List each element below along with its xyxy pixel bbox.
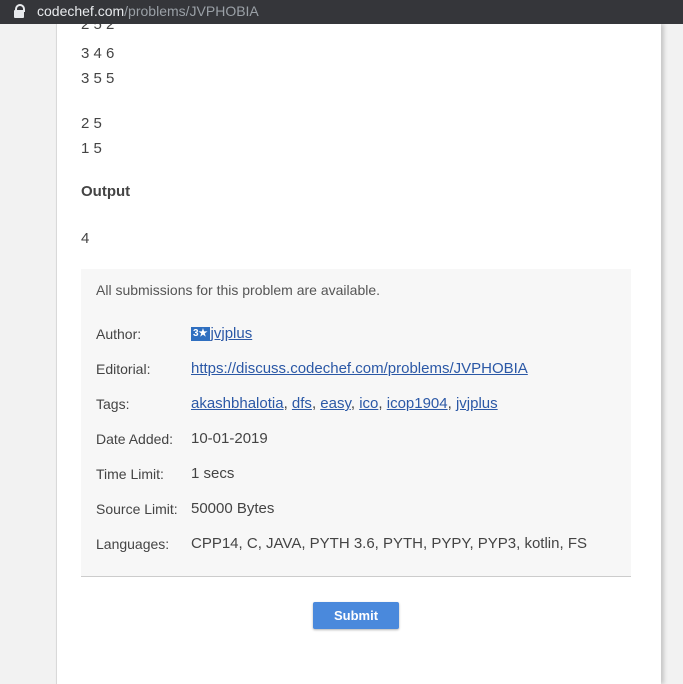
- url-domain: codechef.com: [37, 3, 125, 19]
- author-value: 3★ jvjplus: [191, 325, 252, 342]
- lock-icon: [13, 4, 25, 18]
- tags-label: Tags:: [96, 396, 130, 412]
- tag-link[interactable]: dfs: [292, 395, 312, 412]
- source-limit-value: 50000 Bytes: [191, 500, 275, 517]
- source-limit-label: Source Limit:: [96, 501, 178, 517]
- sample-input-line: 1 5: [81, 140, 102, 157]
- languages-value: CPP14, C, JAVA, PYTH 3.6, PYTH, PYPY, PY…: [191, 535, 587, 552]
- submissions-note: All submissions for this problem are ava…: [96, 282, 381, 298]
- submit-button[interactable]: Submit: [313, 602, 399, 629]
- output-value: 4: [81, 230, 90, 247]
- tag-link[interactable]: jvjplus: [456, 395, 498, 412]
- sample-input-line: 3 5 5: [81, 70, 115, 87]
- output-heading: Output: [81, 183, 131, 200]
- author-link[interactable]: jvjplus: [211, 325, 253, 342]
- tag-link[interactable]: ico: [359, 395, 378, 412]
- tag-link[interactable]: akashbhalotia: [191, 395, 284, 412]
- browser-address-bar[interactable]: codechef.com/problems/JVPHOBIA: [0, 0, 683, 24]
- editorial-link[interactable]: https://discuss.codechef.com/problems/JV…: [191, 360, 528, 377]
- languages-label: Languages:: [96, 536, 170, 552]
- url-path: /problems/JVPHOBIA: [124, 3, 259, 19]
- tags-list: akashbhalotia, dfs, easy, ico, icop1904,…: [191, 395, 498, 412]
- problem-info-panel: All submissions for this problem are ava…: [81, 269, 631, 577]
- tag-link[interactable]: icop1904: [387, 395, 448, 412]
- time-limit-label: Time Limit:: [96, 466, 164, 482]
- author-label: Author:: [96, 326, 142, 342]
- date-added-label: Date Added:: [96, 431, 174, 447]
- editorial-label: Editorial:: [96, 361, 151, 377]
- url-text[interactable]: codechef.com/problems/JVPHOBIA: [37, 0, 259, 22]
- sample-input-line: 2 5: [81, 115, 102, 132]
- tag-link[interactable]: easy: [320, 395, 351, 412]
- time-limit-value: 1 secs: [191, 465, 235, 482]
- rating-badge: 3★: [191, 327, 210, 341]
- date-added-value: 10-01-2019: [191, 430, 268, 447]
- sample-input-line: 3 4 6: [81, 45, 115, 62]
